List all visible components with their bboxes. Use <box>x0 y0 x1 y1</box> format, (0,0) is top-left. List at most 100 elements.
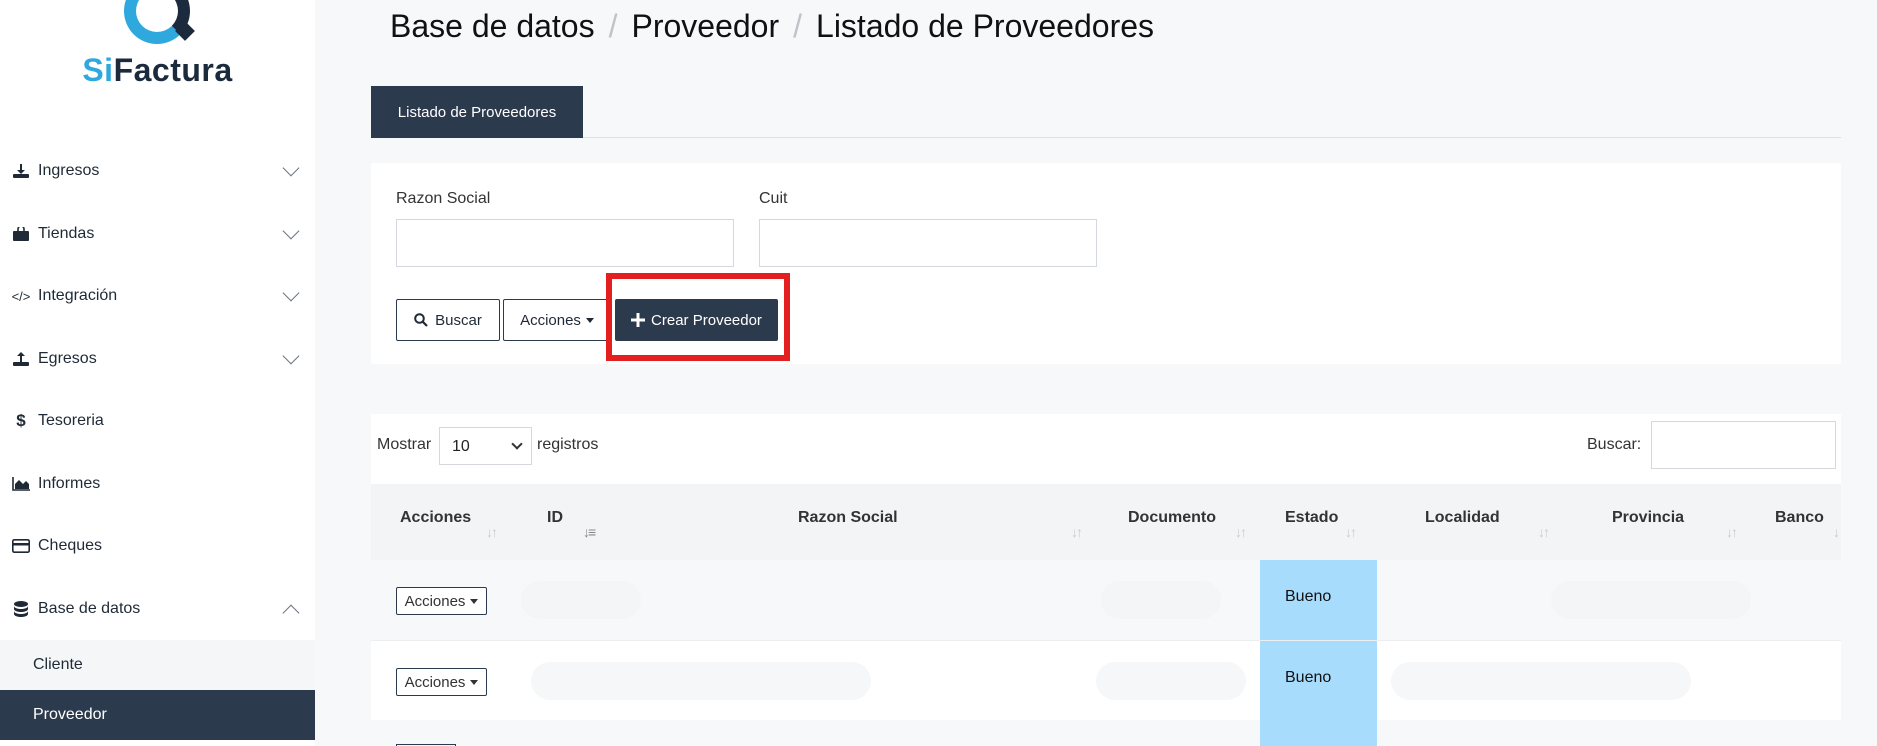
caret-down-icon <box>470 679 479 685</box>
actions-button-label: Acciones <box>520 311 581 329</box>
sort-desc-icon: ↓≡ <box>583 524 596 540</box>
length-prefix: Mostrar <box>377 436 432 453</box>
cuit-input[interactable] <box>759 219 1097 267</box>
caret-down-icon <box>585 317 594 323</box>
table-row: Acciones Bueno <box>371 640 1841 721</box>
sort-icon: ↓↑ <box>1345 524 1357 540</box>
page-length-value: 10 <box>452 438 470 455</box>
column-header-label: ID <box>547 509 563 526</box>
estado-cell: Bueno <box>1260 560 1377 640</box>
sidebar: SiFactura Ingresos Tiendas </> Integraci… <box>0 0 315 746</box>
chevron-down-icon <box>282 347 300 365</box>
actions-dropdown-button[interactable]: Acciones <box>503 299 611 341</box>
dollar-icon: $ <box>16 411 26 431</box>
cuit-label: Cuit <box>759 190 788 207</box>
tab-listado-proveedores[interactable]: Listado de Proveedores <box>371 86 583 138</box>
sidebar-item-integracion[interactable]: </> Integración <box>0 265 315 328</box>
sort-icon: ↓ <box>1833 524 1840 540</box>
column-header-label: Provincia <box>1612 509 1685 526</box>
row-actions-label: Acciones <box>404 592 466 610</box>
column-header-label: Estado <box>1285 509 1339 526</box>
highlight-annotation <box>606 273 790 361</box>
chevron-down-icon <box>282 222 300 240</box>
table-row: Acciones Bueno <box>371 560 1841 640</box>
column-header-banco[interactable]: Banco ↓ <box>1775 484 1840 560</box>
column-header-provincia[interactable]: Provincia ↓↑ <box>1612 484 1738 560</box>
length-suffix: registros <box>537 436 599 453</box>
redacted-cell <box>1551 581 1751 619</box>
sidebar-item-label: Integración <box>38 287 118 305</box>
redacted-cell <box>531 662 871 700</box>
sidebar-nav: Ingresos Tiendas </> Integración Egresos… <box>0 140 315 740</box>
column-header-acciones[interactable]: Acciones ↓↑ <box>400 484 498 560</box>
estado-cell: Bueno <box>1260 641 1377 721</box>
sort-icon: ↓↑ <box>1538 524 1550 540</box>
database-icon <box>10 600 32 617</box>
tab-bar: Listado de Proveedores <box>371 86 1841 138</box>
sort-icon: ↓↑ <box>1726 524 1738 540</box>
breadcrumb-item[interactable]: Proveedor <box>631 8 779 44</box>
table-row <box>371 720 1841 746</box>
column-header-documento[interactable]: Documento ↓↑ <box>1128 484 1247 560</box>
logo[interactable]: SiFactura <box>0 0 315 140</box>
chevron-down-icon <box>282 284 300 302</box>
razon-social-label: Razon Social <box>396 190 491 207</box>
chevron-up-icon <box>282 604 300 622</box>
sort-icon: ↓↑ <box>1235 524 1247 540</box>
sort-icon: ↓↑ <box>486 524 498 540</box>
estado-cell <box>1260 720 1377 746</box>
breadcrumb: Base de datos / Proveedor / Listado de Prove… <box>390 8 1154 45</box>
column-header-razon-social[interactable]: Razon Social <box>798 484 898 560</box>
row-actions-button[interactable]: Acciones <box>396 668 487 696</box>
caret-down-icon <box>470 598 479 604</box>
sidebar-item-egresos[interactable]: Egresos <box>0 328 315 391</box>
page-length-select[interactable]: 10 <box>439 427 532 465</box>
proveedores-table-panel: Mostrar 10 registros Buscar: Acciones ↓↑… <box>371 414 1841 746</box>
sidebar-item-label: Ingresos <box>38 162 100 180</box>
column-header-label: Localidad <box>1425 509 1500 526</box>
redacted-cell <box>521 581 641 619</box>
breadcrumb-item[interactable]: Base de datos <box>390 8 595 44</box>
search-button-label: Buscar <box>435 311 482 329</box>
sidebar-item-informes[interactable]: Informes <box>0 453 315 516</box>
row-actions-button[interactable]: Acciones <box>396 587 487 615</box>
column-header-localidad[interactable]: Localidad ↓↑ <box>1425 484 1550 560</box>
sidebar-item-tiendas[interactable]: Tiendas <box>0 203 315 266</box>
breadcrumb-separator: / <box>793 8 803 44</box>
sidebar-item-ingresos[interactable]: Ingresos <box>0 140 315 203</box>
code-icon: </> <box>11 288 31 304</box>
sidebar-item-tesoreria[interactable]: $ Tesoreria <box>0 390 315 453</box>
search-button[interactable]: Buscar <box>396 299 500 341</box>
table-search-label: Buscar: <box>1587 436 1642 453</box>
sidebar-item-label: Base de datos <box>38 599 141 617</box>
redacted-cell <box>1101 581 1221 619</box>
area-chart-icon <box>10 476 32 491</box>
redacted-cell <box>1391 662 1691 700</box>
chevron-down-icon <box>511 438 523 450</box>
sidebar-item-label: Informes <box>38 474 101 492</box>
column-header-label: Acciones <box>400 509 472 526</box>
logo-text: SiFactura <box>82 52 233 88</box>
sidebar-subitem-cliente[interactable]: Cliente <box>0 640 315 690</box>
sidebar-item-base-de-datos[interactable]: Base de datos <box>0 578 315 641</box>
column-header-id[interactable]: ID ↓≡ <box>547 484 627 560</box>
column-header-label: Documento <box>1128 509 1216 526</box>
row-actions-label: Acciones <box>404 673 466 691</box>
redacted-cell <box>1096 662 1246 700</box>
table-search-input[interactable] <box>1651 421 1836 469</box>
breadcrumb-separator: / <box>608 8 618 44</box>
column-header-estado[interactable]: Estado ↓↑ <box>1285 484 1357 560</box>
razon-social-input[interactable] <box>396 219 734 267</box>
sidebar-subitem-proveedor[interactable]: Proveedor <box>0 690 315 740</box>
search-icon <box>414 313 428 327</box>
column-header-label: Razon Social <box>798 509 898 526</box>
column-header-label: Banco <box>1775 509 1824 526</box>
sidebar-item-cheques[interactable]: Cheques <box>0 515 315 578</box>
logo-mark-icon <box>124 0 190 44</box>
upload-icon <box>10 351 32 366</box>
breadcrumb-current: Listado de Proveedores <box>816 8 1155 44</box>
sort-icon: ↓↑ <box>1071 524 1083 540</box>
shopping-bag-icon <box>10 226 32 241</box>
download-icon <box>10 164 32 179</box>
filter-panel: Razon Social Cuit Buscar Acciones Crear … <box>371 163 1841 364</box>
